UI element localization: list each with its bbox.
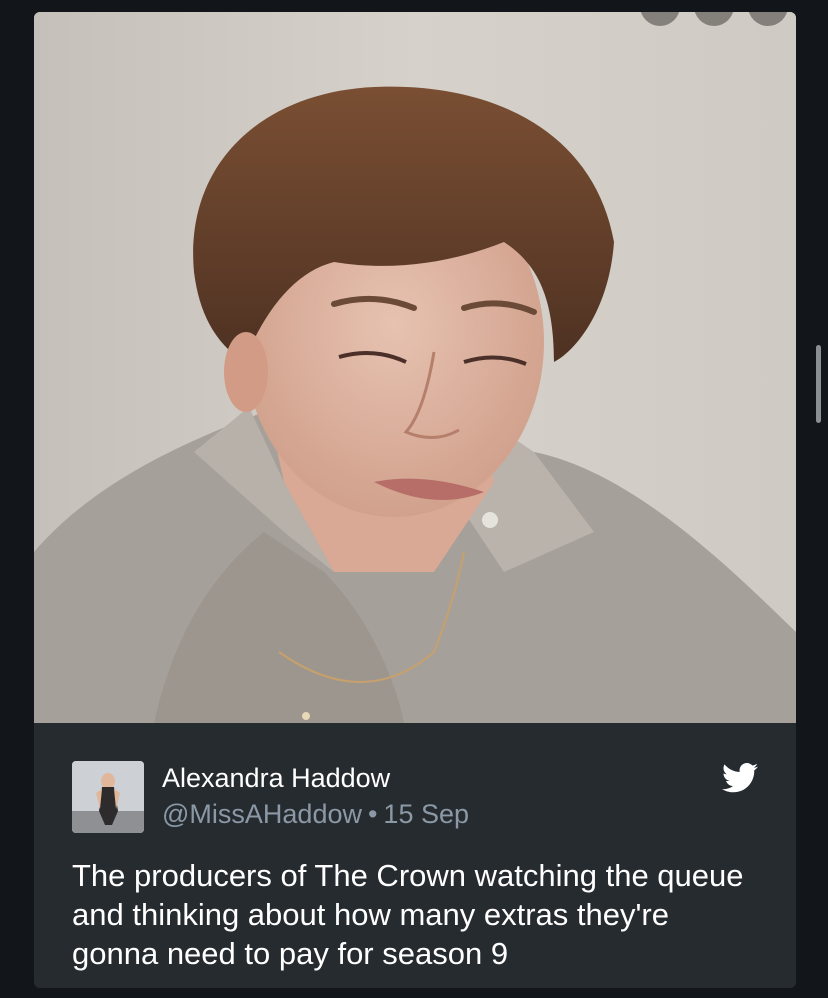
author-meta: @MissAHaddow • 15 Sep [162, 799, 469, 830]
tweet-photo[interactable] [34, 12, 796, 723]
author-handle[interactable]: @MissAHaddow [162, 799, 362, 829]
media-controls [640, 12, 788, 26]
avatar-image [72, 761, 144, 833]
media-dot[interactable] [748, 12, 788, 26]
author-name[interactable]: Alexandra Haddow [162, 763, 390, 794]
tweet-footer: Alexandra Haddow @MissAHaddow • 15 Sep The… [34, 723, 796, 988]
twitter-bird-icon[interactable] [722, 763, 758, 793]
media-dot[interactable] [694, 12, 734, 26]
avatar[interactable] [72, 761, 144, 833]
photo-illustration [34, 12, 796, 723]
scrollbar[interactable] [816, 345, 821, 423]
tweet-text: The producers of The Crown watching the … [72, 858, 744, 971]
tweet-card[interactable]: Alexandra Haddow @MissAHaddow • 15 Sep The… [34, 12, 796, 988]
media-dot[interactable] [640, 12, 680, 26]
tweet-date[interactable]: 15 Sep [383, 799, 469, 829]
meta-separator: • [367, 799, 378, 829]
